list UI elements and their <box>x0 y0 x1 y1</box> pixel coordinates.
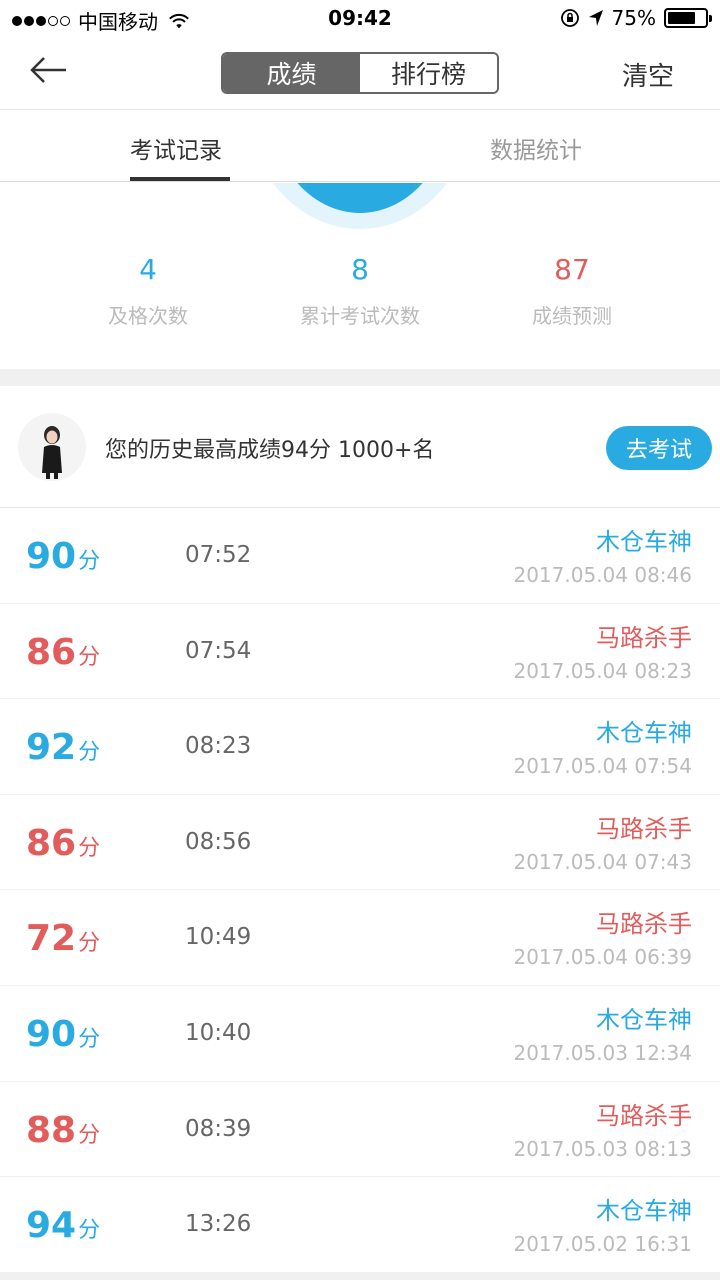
list-item[interactable]: 92分 08:23 木仓车神 2017.05.04 07:54 <box>0 699 720 795</box>
record-score: 86分 <box>26 632 100 673</box>
stat-label: 累计考试次数 <box>300 304 420 328</box>
section-divider <box>0 369 720 386</box>
score-unit: 分 <box>78 1026 101 1052</box>
back-arrow-icon <box>30 57 66 83</box>
score-unit: 分 <box>78 740 101 766</box>
record-title: 木仓车神 <box>596 719 692 748</box>
record-score: 90分 <box>26 536 100 577</box>
location-arrow-icon <box>588 10 603 26</box>
list-item[interactable]: 88分 08:39 马路杀手 2017.05.03 08:13 <box>0 1082 720 1178</box>
record-duration: 10:40 <box>185 1019 252 1046</box>
stat-label: 成绩预测 <box>532 304 612 328</box>
record-title: 木仓车神 <box>596 1197 692 1226</box>
take-exam-button[interactable]: 去考试 <box>606 426 712 470</box>
record-duration: 07:52 <box>185 542 252 568</box>
rotation-lock-icon <box>560 9 579 27</box>
record-title: 马路杀手 <box>596 1101 692 1130</box>
record-duration: 10:49 <box>185 924 252 951</box>
score-unit: 分 <box>78 931 101 957</box>
record-score: 88分 <box>26 1110 100 1151</box>
score-value: 86 <box>26 822 77 864</box>
stat-value: 4 <box>139 253 157 286</box>
tab-data-stats[interactable]: 数据统计 <box>490 131 582 165</box>
record-duration: 07:54 <box>185 637 252 664</box>
record-score: 72分 <box>26 918 100 959</box>
score-unit: 分 <box>78 835 101 861</box>
list-item[interactable]: 90分 10:40 木仓车神 2017.05.03 12:34 <box>0 986 720 1082</box>
record-date: 2017.05.04 07:54 <box>513 754 692 779</box>
record-date: 2017.05.04 08:46 <box>513 563 692 587</box>
record-date: 2017.05.04 08:23 <box>513 658 692 683</box>
segment-ranking[interactable]: 排行榜 <box>360 54 497 92</box>
bottom-divider <box>0 1272 720 1280</box>
best-score-text: 您的历史最高成绩94分 1000+名 <box>105 438 435 463</box>
battery-fill <box>668 12 695 24</box>
score-value: 72 <box>26 918 77 960</box>
record-title: 木仓车神 <box>596 1005 692 1034</box>
record-duration: 08:39 <box>185 1115 252 1142</box>
tab-underline <box>130 177 230 181</box>
list-item[interactable]: 72分 10:49 马路杀手 2017.05.04 06:39 <box>0 890 720 986</box>
score-value: 94 <box>26 1205 77 1247</box>
record-score: 94分 <box>26 1205 100 1246</box>
list-item[interactable]: 86分 07:54 马路杀手 2017.05.04 08:23 <box>0 604 720 700</box>
status-right: 75% <box>552 6 712 30</box>
record-title: 马路杀手 <box>596 814 692 843</box>
tab-bar: 考试记录 数据统计 <box>0 111 720 182</box>
score-unit: 分 <box>78 549 101 574</box>
nav-bar: 成绩 排行榜 清空 <box>0 36 720 110</box>
record-duration: 08:23 <box>185 733 252 760</box>
record-date: 2017.05.04 06:39 <box>513 945 692 970</box>
record-date: 2017.05.03 08:13 <box>513 1136 692 1161</box>
score-value: 92 <box>26 727 77 769</box>
record-date: 2017.05.04 07:43 <box>513 849 692 874</box>
record-title: 木仓车神 <box>596 528 692 556</box>
avatar <box>18 413 86 481</box>
score-unit: 分 <box>78 644 101 670</box>
score-value: 90 <box>26 1013 77 1055</box>
score-unit: 分 <box>78 1122 101 1148</box>
battery-icon <box>664 8 712 28</box>
list-item[interactable]: 94分 13:26 木仓车神 2017.05.02 16:31 <box>0 1177 720 1273</box>
stat-value: 8 <box>351 253 369 286</box>
stat-value: 87 <box>554 253 590 286</box>
score-value: 88 <box>26 1109 77 1151</box>
list-item[interactable]: 90分 07:52 木仓车神 2017.05.04 08:46 <box>0 508 720 604</box>
clear-button[interactable]: 清空 <box>622 56 674 93</box>
back-button[interactable] <box>28 50 82 90</box>
record-duration: 08:56 <box>185 828 252 855</box>
score-circle <box>0 183 720 233</box>
record-score: 86分 <box>26 823 100 864</box>
status-bar: 中国移动 09:42 75% <box>0 0 720 36</box>
record-score: 92分 <box>26 727 100 768</box>
stat-label: 及格次数 <box>108 304 188 328</box>
battery-percent: 75% <box>611 6 656 30</box>
record-duration: 13:26 <box>185 1211 252 1238</box>
stat-pass-count: 4 及格次数 <box>28 250 268 329</box>
segmented-control: 成绩 排行榜 <box>221 52 499 94</box>
best-score-row: 您的历史最高成绩94分 1000+名 去考试 <box>0 386 720 508</box>
record-date: 2017.05.02 16:31 <box>513 1232 692 1257</box>
score-value: 86 <box>26 631 77 673</box>
tab-exam-records[interactable]: 考试记录 <box>130 131 222 165</box>
stat-total-count: 8 累计考试次数 <box>240 250 480 329</box>
score-unit: 分 <box>78 1218 101 1244</box>
record-title: 马路杀手 <box>596 910 692 939</box>
score-value: 90 <box>26 536 77 577</box>
list-item[interactable]: 86分 08:56 马路杀手 2017.05.04 07:43 <box>0 795 720 891</box>
record-title: 马路杀手 <box>596 623 692 652</box>
record-score: 90分 <box>26 1014 100 1055</box>
stat-predict-score: 87 成绩预测 <box>452 250 692 329</box>
record-date: 2017.05.03 12:34 <box>513 1040 692 1065</box>
segment-scores[interactable]: 成绩 <box>223 54 360 92</box>
records-list: 90分 07:52 木仓车神 2017.05.04 08:46 86分 07:54 马路杀手… <box>0 508 720 1273</box>
